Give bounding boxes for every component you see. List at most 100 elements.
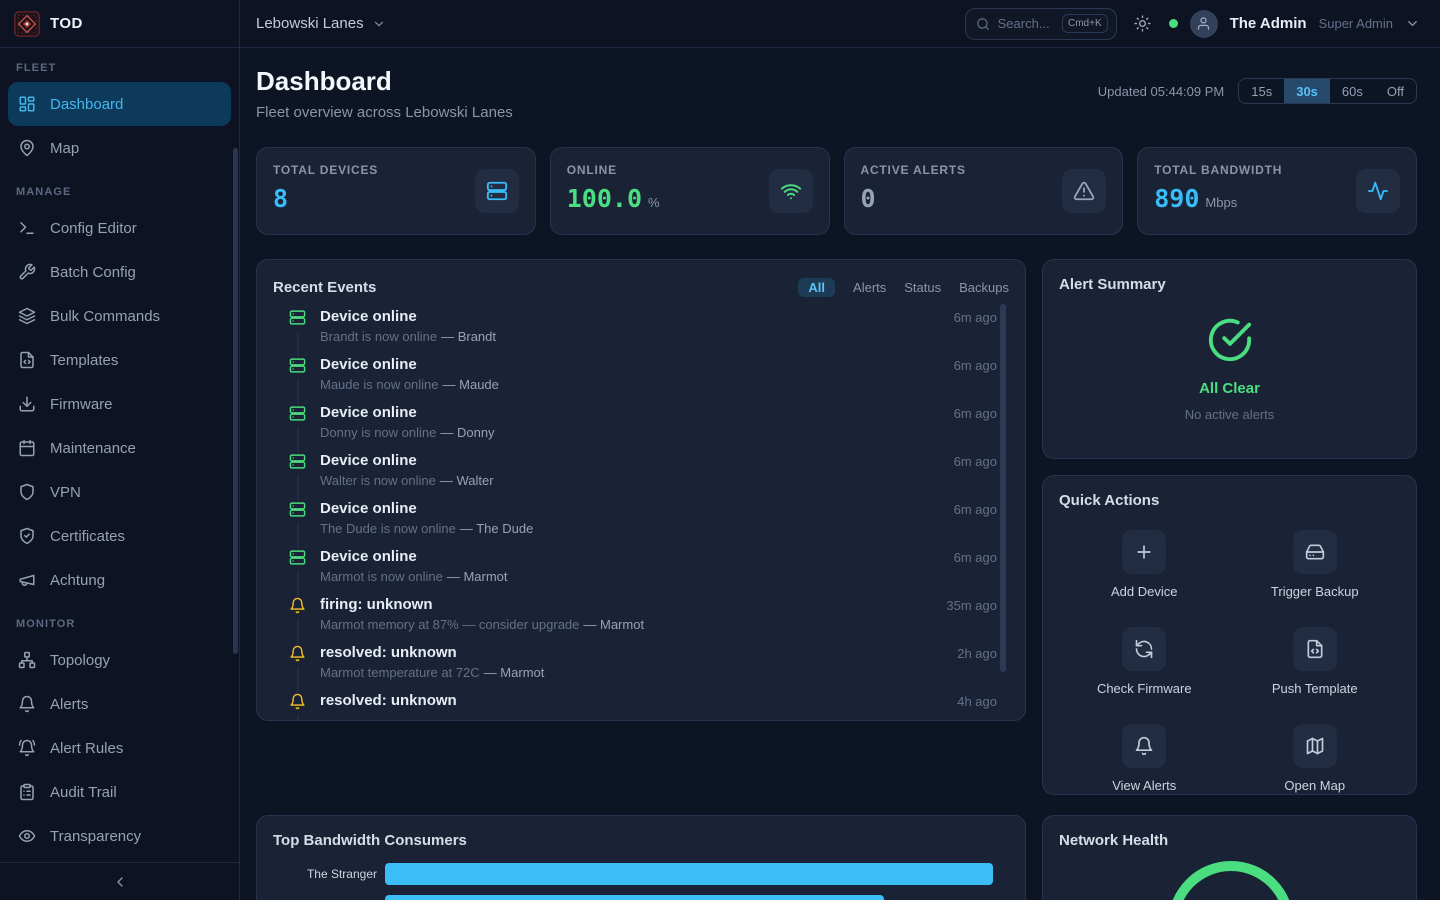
refresh-option-60s[interactable]: 60s: [1330, 79, 1375, 103]
quick-action-open-map[interactable]: Open Map: [1230, 724, 1401, 793]
bandwidth-track: [385, 895, 1009, 900]
sidebar-item-config-editor[interactable]: Config Editor: [8, 206, 231, 250]
event-detail-text: Brandt is now online: [320, 329, 437, 344]
activity-icon: [1367, 180, 1389, 202]
event-detail-text: Walter is now online: [320, 473, 436, 488]
quick-action-view-alerts[interactable]: View Alerts: [1059, 724, 1230, 793]
sidebar-item-achtung[interactable]: Achtung: [8, 558, 231, 602]
sidebar-item-map[interactable]: Map: [8, 126, 231, 170]
layers-icon: [18, 307, 36, 325]
quick-action-tile: [1293, 627, 1337, 671]
event-tab-backups[interactable]: Backups: [959, 280, 1009, 295]
sidebar-item-alerts[interactable]: Alerts: [8, 682, 231, 726]
event-filter-tabs: All Alerts Status Backups: [798, 278, 1009, 297]
sun-icon: [1134, 15, 1151, 32]
refresh-option-30s[interactable]: 30s: [1284, 79, 1330, 103]
user-icon: [1196, 16, 1211, 31]
search-box[interactable]: Cmd+K: [965, 8, 1117, 40]
sidebar-item-dashboard[interactable]: Dashboard: [8, 82, 231, 126]
event-detail: Marmot is now online— Marmot: [320, 569, 1009, 584]
sidebar-item-label: Topology: [50, 652, 110, 669]
event-type: [289, 644, 306, 667]
sidebar-item-alert-rules[interactable]: Alert Rules: [8, 726, 231, 770]
bandwidth-bar: [385, 863, 993, 885]
event-row[interactable]: Device onlineWalter is now online— Walte…: [273, 452, 1009, 500]
event-row[interactable]: Device onlineDonny is now online— Donny6…: [273, 404, 1009, 452]
file-code-icon: [18, 351, 36, 369]
sidebar-section-label: MONITOR: [0, 618, 239, 630]
server-icon: [289, 453, 306, 470]
event-row[interactable]: firing: unknownMarmot memory at 87% — co…: [273, 596, 1009, 644]
event-tab-alerts[interactable]: Alerts: [853, 280, 886, 295]
event-title: resolved: unknown: [320, 644, 1009, 661]
sidebar-item-certificates[interactable]: Certificates: [8, 514, 231, 558]
org-selector[interactable]: Lebowski Lanes: [256, 15, 386, 32]
connection-status-dot: [1169, 19, 1178, 28]
quick-action-add-device[interactable]: Add Device: [1059, 530, 1230, 599]
bandwidth-title: Top Bandwidth Consumers: [273, 832, 467, 849]
event-device-name: — Marmot: [583, 617, 644, 632]
event-detail: Marmot memory at 87% — consider upgrade—…: [320, 617, 1009, 632]
event-body: Device onlineWalter is now online— Walte…: [320, 452, 1009, 488]
sidebar-scrollbar[interactable]: [233, 148, 238, 654]
sidebar-item-label: Maintenance: [50, 440, 136, 457]
stat-card-active-alerts: ACTIVE ALERTS0: [844, 147, 1124, 235]
event-detail: Brandt is now online— Brandt: [320, 329, 1009, 344]
sidebar-item-vpn[interactable]: VPN: [8, 470, 231, 514]
app-title: TOD: [50, 15, 83, 32]
plus-icon: [1134, 542, 1154, 562]
sidebar-item-templates[interactable]: Templates: [8, 338, 231, 382]
event-timestamp: 4h ago: [957, 694, 997, 709]
sidebar-item-audit-trail[interactable]: Audit Trail: [8, 770, 231, 814]
refresh-option-15s[interactable]: 15s: [1239, 79, 1284, 103]
event-body: firing: unknownMarmot memory at 87% — co…: [320, 596, 1009, 632]
sidebar-item-transparency[interactable]: Transparency: [8, 814, 231, 858]
event-tab-all[interactable]: All: [798, 278, 835, 297]
refresh-icon: [1134, 639, 1154, 659]
event-row[interactable]: Device onlineMaude is now online— Maude6…: [273, 356, 1009, 404]
bell-icon: [289, 693, 306, 710]
sidebar-item-topology[interactable]: Topology: [8, 638, 231, 682]
quick-action-tile: [1122, 724, 1166, 768]
sidebar-item-label: Dashboard: [50, 96, 123, 113]
event-title: resolved: unknown: [320, 692, 1009, 709]
event-detail: The Dude is now online— The Dude: [320, 521, 1009, 536]
event-row[interactable]: resolved: unknownMarmot temperature at 7…: [273, 644, 1009, 692]
search-shortcut-badge: Cmd+K: [1062, 14, 1108, 33]
app-logo-icon: [14, 11, 40, 37]
stat-value: 890: [1154, 184, 1199, 213]
map-icon: [1305, 736, 1325, 756]
event-row[interactable]: Device onlineMarmot is now online— Marmo…: [273, 548, 1009, 596]
sidebar-collapse-button[interactable]: [0, 862, 239, 900]
sidebar-item-firmware[interactable]: Firmware: [8, 382, 231, 426]
event-row[interactable]: resolved: unknown4h ago: [273, 692, 1009, 721]
quick-action-push-template[interactable]: Push Template: [1230, 627, 1401, 696]
event-title: Device online: [320, 452, 1009, 469]
hard-drive-icon: [1305, 542, 1325, 562]
org-name: Lebowski Lanes: [256, 15, 364, 32]
event-tab-status[interactable]: Status: [904, 280, 941, 295]
quick-action-trigger-backup[interactable]: Trigger Backup: [1230, 530, 1401, 599]
event-timestamp: 6m ago: [954, 358, 997, 373]
theme-toggle-button[interactable]: [1129, 10, 1157, 38]
search-input[interactable]: [998, 16, 1054, 31]
terminal-icon: [18, 219, 36, 237]
event-row[interactable]: Device onlineThe Dude is now online— The…: [273, 500, 1009, 548]
quick-action-label: Add Device: [1059, 584, 1230, 599]
events-scrollbar[interactable]: [1000, 304, 1006, 672]
quick-action-tile: [1122, 530, 1166, 574]
download-icon: [18, 395, 36, 413]
recent-events-panel: Recent Events All Alerts Status Backups Dev…: [256, 259, 1026, 721]
event-body: Device onlineMaude is now online— Maude: [320, 356, 1009, 392]
user-menu-chevron-icon[interactable]: [1405, 16, 1420, 31]
sidebar-item-bulk-commands[interactable]: Bulk Commands: [8, 294, 231, 338]
avatar[interactable]: [1190, 10, 1218, 38]
sidebar-item-batch-config[interactable]: Batch Config: [8, 250, 231, 294]
recent-events-title: Recent Events: [273, 279, 376, 296]
event-detail-text: The Dude is now online: [320, 521, 456, 536]
event-row[interactable]: Device onlineBrandt is now online— Brand…: [273, 308, 1009, 356]
quick-action-check-firmware[interactable]: Check Firmware: [1059, 627, 1230, 696]
alert-summary-panel: Alert Summary All Clear No active alerts: [1042, 259, 1417, 459]
refresh-option-off[interactable]: Off: [1375, 79, 1416, 103]
sidebar-item-maintenance[interactable]: Maintenance: [8, 426, 231, 470]
